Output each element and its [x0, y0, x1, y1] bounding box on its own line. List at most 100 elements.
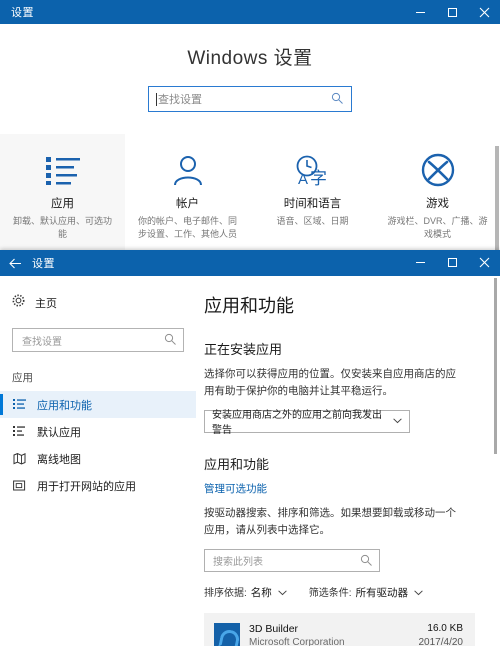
sidebar-item-home[interactable]: 主页	[0, 292, 196, 314]
settings-search-input[interactable]: 查找设置	[148, 86, 352, 112]
apps-features-heading: 应用和功能	[204, 456, 270, 472]
3d-builder-icon	[214, 623, 240, 646]
installing-apps-heading: 正在安装应用	[204, 342, 283, 357]
sidebar-item-websites-apps[interactable]: 用于打开网站的应用	[0, 472, 196, 499]
settings-category-tiles: 应用 卸载、默认应用、可选功能 帐户 你的帐户、电子邮件、同步设置、工作、其他人…	[0, 134, 500, 258]
back-button[interactable]	[0, 251, 30, 275]
windows-settings-home-window: 设置 Windows 设置 查找设置 应用 卸载、默认应用、可选功能 帐户 你的…	[0, 0, 500, 258]
sidebar-item-label: 默认应用	[37, 426, 81, 439]
svg-text:字: 字	[310, 169, 327, 187]
maximize-button[interactable]	[436, 250, 468, 274]
tile-description: 游戏栏、DVR、广播、游戏模式	[387, 216, 488, 240]
clock-language-icon: A 字	[292, 151, 334, 189]
sidebar-section-label: 应用	[12, 372, 33, 384]
tile-apps[interactable]: 应用 卸载、默认应用、可选功能	[0, 134, 125, 258]
app-list-item[interactable]: 3D Builder Microsoft Corporation 高级选项 16…	[204, 613, 475, 646]
installing-apps-description: 选择你可以获得应用的位置。仅安装来自应用商店的应用有助于保护你的电脑并让其平稳运…	[204, 368, 456, 398]
apps-features-description: 按驱动器搜索、排序和筛选。如果想要卸载或移动一个应用，请从列表中选择它。	[204, 506, 456, 536]
chevron-down-icon	[393, 417, 402, 426]
settings-home-scrollbar[interactable]	[495, 146, 499, 258]
app-publisher: Microsoft Corporation	[249, 637, 345, 646]
window-controls	[404, 0, 500, 24]
filter-by-value: 所有驱动器	[355, 587, 409, 600]
tile-label: 应用	[51, 198, 74, 210]
window-title: 设置	[32, 258, 55, 270]
gear-icon	[12, 294, 25, 312]
sort-by-label: 排序依据:	[204, 588, 247, 600]
close-icon	[479, 7, 489, 17]
minimize-icon	[415, 11, 425, 13]
websites-apps-icon	[12, 479, 26, 492]
app-list-search-input[interactable]: 搜索此列表	[204, 549, 380, 573]
tile-description: 语音、区域、日期	[276, 216, 349, 226]
sidebar-item-label: 应用和功能	[37, 399, 92, 412]
minimize-button[interactable]	[404, 250, 436, 274]
svg-text:A: A	[298, 171, 308, 187]
account-person-icon	[171, 151, 205, 189]
back-arrow-icon	[8, 258, 21, 268]
apps-window-body: 主页 查找设置 应用 应用和功能 默认应用 离线地图 用于打开网站的应用 应用和…	[0, 276, 500, 646]
sidebar-search-placeholder: 查找设置	[22, 336, 62, 348]
app-name: 3D Builder	[249, 623, 299, 636]
apps-and-features-window: 设置 主页 查找设置 应用 应用和功能 默认应用 离线地图 用于打开网站的应用 …	[0, 250, 500, 646]
app-size: 16.0 KB	[427, 623, 463, 635]
tile-description: 你的帐户、电子邮件、同步设置、工作、其他人员	[137, 216, 237, 240]
maximize-icon	[447, 7, 457, 17]
tile-time-language[interactable]: A 字 时间和语言 语音、区域、日期	[250, 134, 375, 258]
manage-optional-features-link[interactable]: 管理可选功能	[204, 481, 267, 496]
sort-by-value: 名称	[250, 587, 272, 600]
sidebar-item-apps-features[interactable]: 应用和功能	[0, 391, 196, 418]
sort-by-dropdown[interactable]: 排序依据: 名称	[204, 584, 287, 600]
search-icon	[331, 92, 344, 110]
search-placeholder: 查找设置	[158, 94, 202, 106]
tile-gaming[interactable]: 游戏 游戏栏、DVR、广播、游戏模式	[375, 134, 500, 258]
search-area: 查找设置	[0, 86, 500, 112]
search-icon	[164, 333, 177, 351]
settings-home-titlebar: 设置	[0, 0, 500, 24]
sidebar-search-area: 查找设置	[0, 314, 196, 352]
sidebar-item-label: 用于打开网站的应用	[37, 480, 136, 493]
list-filters: 排序依据: 名称 筛选条件: 所有驱动器	[204, 584, 478, 600]
install-source-dropdown[interactable]: 安装应用商店之外的应用之前向我发出警告	[204, 409, 410, 436]
sidebar-search-input[interactable]: 查找设置	[12, 328, 184, 352]
minimize-button[interactable]	[404, 0, 436, 24]
app-list-search-placeholder: 搜索此列表	[213, 557, 263, 569]
search-icon	[360, 554, 373, 572]
close-button[interactable]	[468, 250, 500, 274]
page-title: Windows 设置	[187, 48, 313, 69]
dropdown-value: 安装应用商店之外的应用之前向我发出警告	[212, 410, 382, 437]
settings-sidebar: 主页 查找设置 应用 应用和功能 默认应用 离线地图 用于打开网站的应用	[0, 276, 196, 646]
maximize-icon	[447, 257, 457, 267]
close-icon	[479, 257, 489, 267]
window-controls	[404, 250, 500, 274]
tile-accounts[interactable]: 帐户 你的帐户、电子邮件、同步设置、工作、其他人员	[125, 134, 250, 258]
apps-list-icon	[44, 151, 82, 189]
chevron-down-icon	[414, 589, 423, 598]
tile-label: 时间和语言	[283, 198, 342, 210]
app-item-meta: 16.0 KB 2017/4/20	[419, 623, 464, 646]
offline-maps-icon	[12, 452, 26, 465]
content-page-title: 应用和功能	[204, 296, 294, 316]
settings-home-body: Windows 设置 查找设置 应用 卸载、默认应用、可选功能 帐户 你的帐户、…	[0, 24, 500, 258]
apps-window-titlebar: 设置	[0, 250, 500, 276]
screenshot-root: 设置 Windows 设置 查找设置 应用 卸载、默认应用、可选功能 帐户 你的…	[0, 0, 500, 646]
tile-description: 卸载、默认应用、可选功能	[12, 216, 112, 240]
window-title: 设置	[11, 7, 34, 19]
app-item-info: 3D Builder Microsoft Corporation 高级选项	[249, 623, 419, 646]
xbox-gaming-icon	[421, 151, 455, 189]
app-install-date: 2017/4/20	[418, 637, 464, 646]
sidebar-item-offline-maps[interactable]: 离线地图	[0, 445, 196, 472]
close-button[interactable]	[468, 0, 500, 24]
sidebar-home-label: 主页	[35, 298, 57, 310]
filter-by-dropdown[interactable]: 筛选条件: 所有驱动器	[309, 584, 423, 600]
sidebar-item-default-apps[interactable]: 默认应用	[0, 418, 196, 445]
apps-features-content: 应用和功能 正在安装应用 选择你可以获得应用的位置。仅安装来自应用商店的应用有助…	[196, 276, 500, 646]
apps-features-icon	[12, 398, 26, 411]
tile-label: 帐户	[176, 198, 199, 210]
default-apps-icon	[12, 425, 26, 438]
app-item-top: 3D Builder Microsoft Corporation 高级选项 16…	[214, 623, 463, 646]
sidebar-item-label: 离线地图	[37, 453, 81, 466]
maximize-button[interactable]	[436, 0, 468, 24]
content-scrollbar[interactable]	[494, 278, 497, 454]
chevron-down-icon	[278, 589, 287, 598]
